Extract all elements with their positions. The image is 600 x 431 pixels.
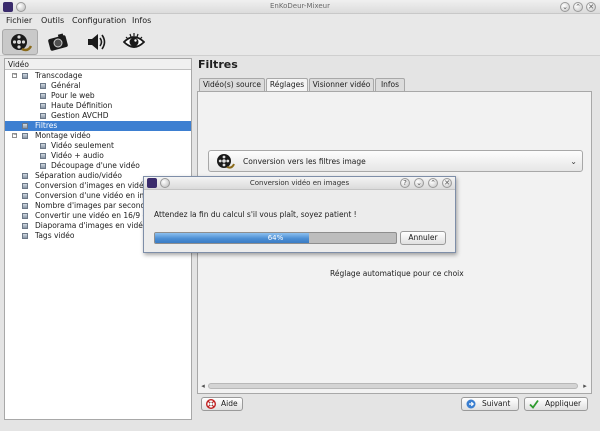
page-title: Filtres [198, 58, 238, 71]
scroll-left-icon[interactable]: ◂ [198, 381, 208, 391]
filter-select[interactable]: Conversion vers les filtres image ⌄ [208, 150, 583, 172]
tree-item-pour-le-web[interactable]: Pour le web [5, 91, 191, 101]
window-title: EnKoDeur-Mixeur [269, 2, 330, 10]
tree-item-gestion-avchd[interactable]: Gestion AVCHD [5, 111, 191, 121]
folder-icon [22, 223, 28, 229]
tree-item-haute-definition[interactable]: Haute Définition [5, 101, 191, 111]
video-reel-icon [11, 34, 32, 52]
tree-item-label: Filtres [35, 121, 58, 130]
auto-setting-text: Réglage automatique pour ce choix [330, 269, 464, 278]
folder-icon [22, 213, 28, 219]
tree-item-label: Tags vidéo [35, 231, 75, 240]
lifebuoy-icon [206, 399, 216, 409]
tab-infos[interactable]: Infos [375, 78, 405, 91]
folder-icon [40, 93, 46, 99]
menu-infos[interactable]: Infos [132, 16, 151, 25]
dialog-titlebar: Conversion vidéo en images ? ⌄ ⌃ ✕ [144, 177, 455, 190]
help-button-label: Aide [221, 399, 238, 408]
apply-button[interactable]: Appliquer [524, 397, 588, 411]
toolbar-audio-button[interactable] [78, 29, 114, 55]
progress-dialog: Conversion vidéo en images ? ⌄ ⌃ ✕ Atten… [143, 176, 456, 253]
tree-item-general[interactable]: Général [5, 81, 191, 91]
toolbar-video-button[interactable] [2, 29, 38, 55]
toolbar-photo-button[interactable] [40, 29, 76, 55]
folder-icon [40, 103, 46, 109]
help-button[interactable]: Aide [201, 397, 243, 411]
folder-icon [22, 73, 28, 79]
cancel-button-label: Annuler [408, 233, 438, 242]
tab-video-source[interactable]: Vidéo(s) source [199, 78, 265, 91]
tree-item-label: Pour le web [51, 91, 95, 100]
tree-item-label: Diaporama d'images en vidéo [35, 221, 148, 230]
tree-item-label: Nombre d'images par seconde [35, 201, 150, 210]
checkmark-icon [529, 399, 539, 409]
tree-item-label: Découpage d'une vidéo [51, 161, 140, 170]
folder-icon [22, 123, 28, 129]
tree-header: Vidéo [5, 59, 191, 70]
menu-outils[interactable]: Outils [41, 16, 64, 25]
folder-icon [22, 133, 28, 139]
scroll-right-icon[interactable]: ▸ [580, 381, 590, 391]
chevron-down-icon: ⌄ [570, 157, 577, 166]
tree-item-label: Vidéo + audio [51, 151, 104, 160]
tree-item-label: Vidéo seulement [51, 141, 114, 150]
menu-bar: Fichier Outils Configuration Infos [0, 14, 600, 28]
minimize-button[interactable]: ⌄ [560, 2, 570, 12]
next-button[interactable]: Suivant [461, 397, 519, 411]
dialog-maximize-button[interactable]: ⌃ [428, 178, 438, 188]
folder-icon [22, 173, 28, 179]
folder-icon [40, 113, 46, 119]
tree-item-filtres[interactable]: Filtres [5, 121, 191, 131]
tree-item-label: Général [51, 81, 81, 90]
tree-item-decoupage[interactable]: Découpage d'une vidéo [5, 161, 191, 171]
window-titlebar: EnKoDeur-Mixeur ⌄ ⌃ ✕ [0, 0, 600, 14]
speaker-icon [88, 34, 106, 50]
scrollbar-track[interactable] [208, 383, 578, 389]
folder-icon [22, 233, 28, 239]
tab-reglages[interactable]: Réglages [266, 78, 308, 92]
filter-select-value: Conversion vers les filtres image [243, 157, 366, 166]
next-button-label: Suivant [482, 399, 511, 408]
film-reel-icon [217, 154, 235, 169]
dialog-close-button[interactable]: ✕ [442, 178, 452, 188]
folder-icon [40, 163, 46, 169]
cancel-button[interactable]: Annuler [400, 231, 446, 245]
camera-icon [48, 33, 68, 51]
tab-visionner-video[interactable]: Visionner vidéo [309, 78, 374, 91]
progress-bar: 64% [154, 232, 397, 244]
toolbar-view-button[interactable] [116, 29, 152, 55]
folder-icon [40, 153, 46, 159]
folder-icon [40, 143, 46, 149]
menu-fichier[interactable]: Fichier [6, 16, 32, 25]
horizontal-scrollbar[interactable]: ◂ ▸ [198, 381, 590, 391]
tree-item-transcodage[interactable]: − Transcodage [5, 71, 191, 81]
tree-item-label: Montage vidéo [35, 131, 91, 140]
collapse-icon[interactable]: − [12, 73, 17, 78]
close-button[interactable]: ✕ [586, 2, 596, 12]
tree-item-montage-video[interactable]: − Montage vidéo [5, 131, 191, 141]
dialog-help-button[interactable]: ? [400, 178, 410, 188]
folder-icon [40, 83, 46, 89]
tree-item-label: Haute Définition [51, 101, 113, 110]
eye-icon [123, 33, 145, 48]
folder-icon [22, 183, 28, 189]
folder-icon [22, 193, 28, 199]
menu-configuration[interactable]: Configuration [72, 16, 126, 25]
tree-item-label: Conversion d'images en vidéo [35, 181, 149, 190]
dialog-minimize-button[interactable]: ⌄ [414, 178, 424, 188]
collapse-icon[interactable]: − [12, 133, 17, 138]
tree-item-label: Séparation audio/vidéo [35, 171, 122, 180]
folder-icon [22, 203, 28, 209]
tree-item-label: Transcodage [35, 71, 83, 80]
arrow-right-icon [466, 399, 476, 409]
apply-button-label: Appliquer [545, 399, 582, 408]
tree-item-video-audio[interactable]: Vidéo + audio [5, 151, 191, 161]
progress-percent: 64% [267, 234, 284, 242]
toolbar [0, 28, 600, 56]
tree-item-video-seulement[interactable]: Vidéo seulement [5, 141, 191, 151]
maximize-button[interactable]: ⌃ [573, 2, 583, 12]
dialog-message: Attendez la fin du calcul s'il vous plaî… [154, 210, 357, 219]
tree-item-label: Gestion AVCHD [51, 111, 109, 120]
